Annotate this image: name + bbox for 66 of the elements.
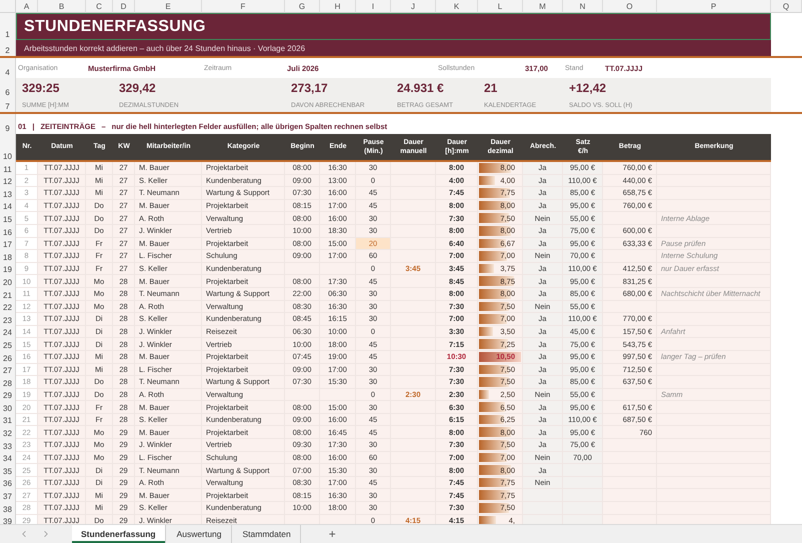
row-header: 25 bbox=[0, 338, 16, 351]
row-header: 13 bbox=[0, 187, 16, 200]
row-header: 22 bbox=[0, 300, 16, 314]
row-header: 15 bbox=[0, 212, 16, 225]
column-header[interactable]: O bbox=[603, 0, 657, 13]
row-header: 20 bbox=[0, 275, 16, 288]
kpi-value: +12,42 bbox=[568, 80, 608, 97]
row-header: 31 bbox=[0, 414, 16, 426]
row-header: 21 bbox=[0, 288, 16, 301]
row-header: 30 bbox=[0, 401, 16, 414]
row-header: 18 bbox=[0, 250, 16, 263]
column-header[interactable]: P bbox=[657, 0, 771, 13]
row-header: 23 bbox=[0, 313, 16, 326]
kpi-value: 329:25 bbox=[21, 80, 60, 97]
add-sheet-button[interactable]: + bbox=[302, 525, 362, 543]
row-header: 9 bbox=[0, 118, 16, 134]
column-header[interactable]: F bbox=[202, 0, 285, 13]
row-header: 1 bbox=[0, 13, 16, 40]
column-header[interactable]: N bbox=[563, 0, 603, 13]
column-header[interactable]: B bbox=[38, 0, 86, 13]
row-header bbox=[0, 114, 16, 118]
column-header[interactable]: D bbox=[113, 0, 135, 13]
row-header: 29 bbox=[0, 388, 16, 402]
row-header: 26 bbox=[0, 350, 16, 364]
kpi-value: 21 bbox=[483, 80, 498, 97]
sheet-tab[interactable]: Stammdaten bbox=[234, 525, 301, 543]
sheet-tab[interactable]: Auswertung bbox=[168, 525, 232, 543]
row-header: 37 bbox=[0, 489, 16, 502]
column-header[interactable]: Q bbox=[771, 0, 802, 13]
column-header[interactable]: M bbox=[523, 0, 563, 13]
column-header[interactable]: J bbox=[391, 0, 436, 13]
row-header: 24 bbox=[0, 326, 16, 338]
row-header: 28 bbox=[0, 376, 16, 389]
row-header: 32 bbox=[0, 426, 16, 440]
row-header: 6 bbox=[0, 78, 16, 98]
column-header[interactable]: G bbox=[285, 0, 320, 13]
kpi-value: 24.931 € bbox=[396, 80, 445, 97]
column-header[interactable]: H bbox=[320, 0, 356, 13]
row-header: 10 bbox=[0, 134, 16, 162]
row-header: 19 bbox=[0, 262, 16, 276]
row-header: 16 bbox=[0, 224, 16, 238]
row-header: 2 bbox=[0, 40, 16, 56]
row-header: 35 bbox=[0, 464, 16, 477]
kpi-value: 329,42 bbox=[118, 80, 157, 97]
sheet-tab[interactable]: Stundenerfassung bbox=[72, 525, 166, 543]
row-header: 33 bbox=[0, 439, 16, 452]
row-header: 7 bbox=[0, 98, 16, 112]
select-all-corner[interactable] bbox=[0, 0, 16, 13]
row-header: 34 bbox=[0, 452, 16, 464]
sheet-title: STUNDENERFASSUNG bbox=[16, 13, 771, 40]
row-header: 4 bbox=[0, 58, 16, 78]
column-header[interactable]: L bbox=[478, 0, 523, 13]
row-header: 12 bbox=[0, 174, 16, 188]
column-header[interactable]: I bbox=[356, 0, 391, 13]
row-header: 11 bbox=[0, 162, 16, 175]
column-header[interactable]: C bbox=[86, 0, 113, 13]
kpi-value: 273,17 bbox=[290, 80, 329, 97]
column-header[interactable]: E bbox=[135, 0, 202, 13]
row-header: 27 bbox=[0, 364, 16, 376]
row-header: 38 bbox=[0, 502, 16, 515]
row-header: 17 bbox=[0, 238, 16, 250]
row-header: 36 bbox=[0, 476, 16, 490]
column-header[interactable]: A bbox=[16, 0, 38, 13]
row-header: 14 bbox=[0, 200, 16, 212]
column-header[interactable]: K bbox=[436, 0, 478, 13]
subtitle: Arbeitsstunden korrekt addieren – auch über 24 Stunden hinaus · Vorlage 2026 bbox=[16, 40, 771, 56]
